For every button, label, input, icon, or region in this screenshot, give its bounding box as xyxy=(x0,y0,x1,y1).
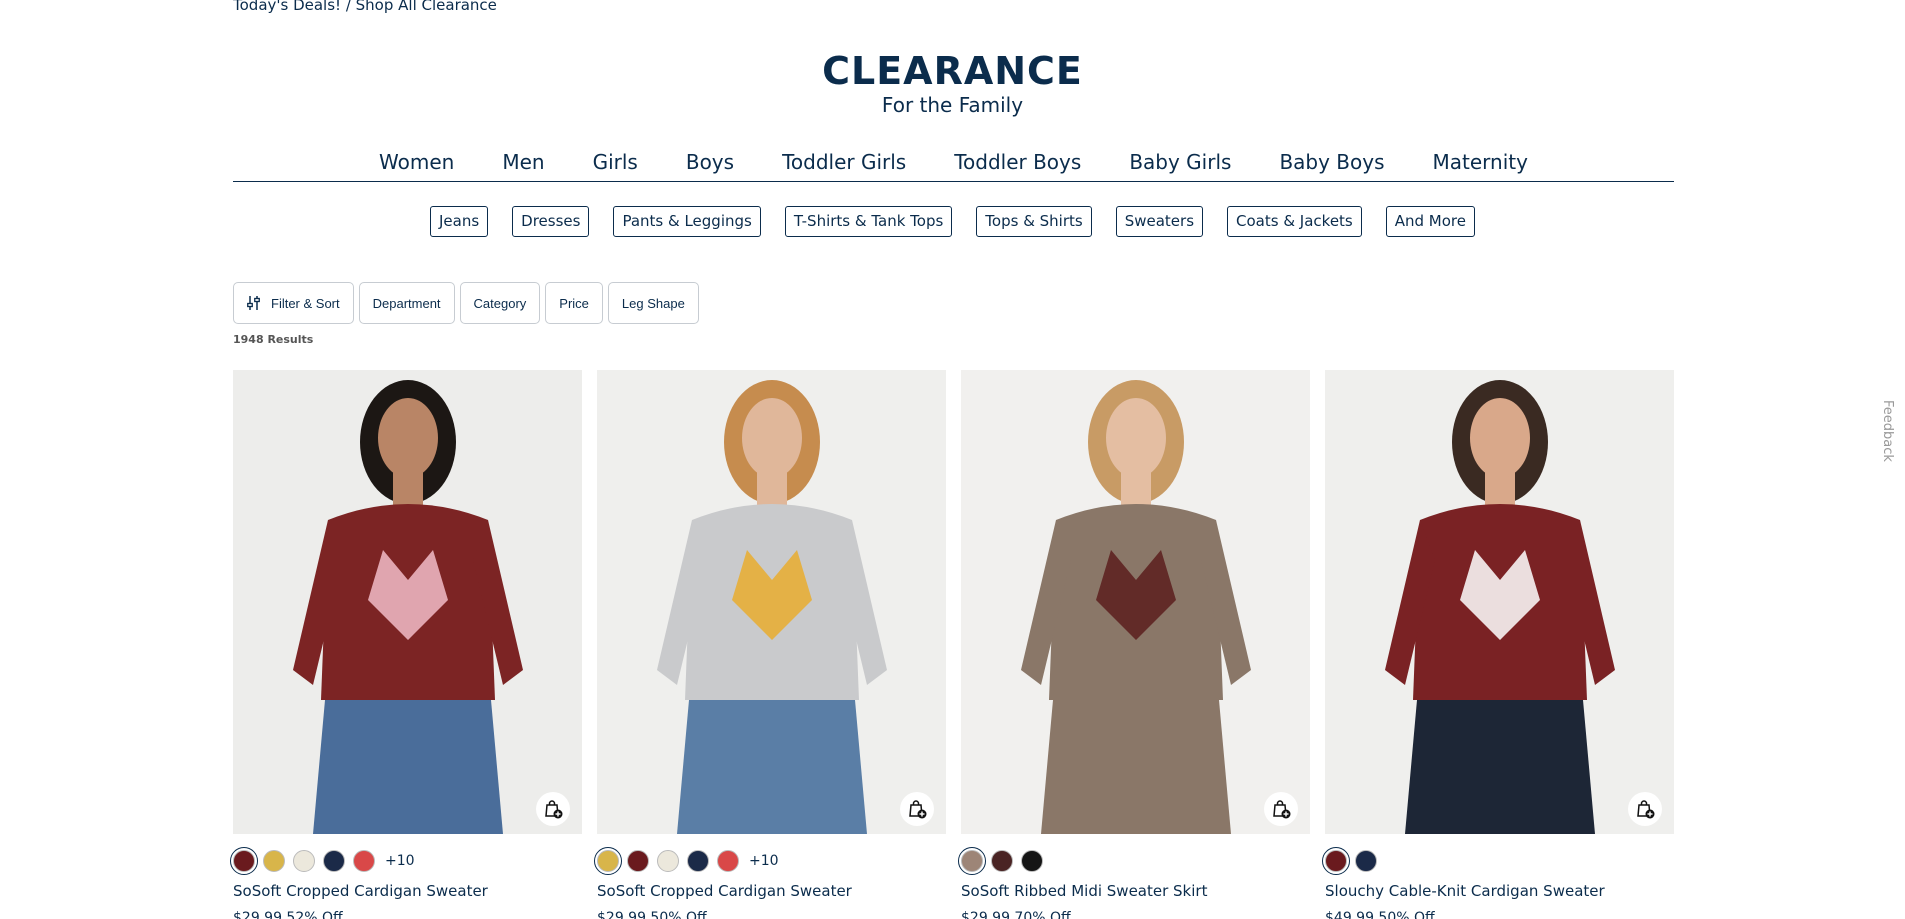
color-swatches xyxy=(1322,847,1674,875)
dept-link-baby-girls[interactable]: Baby Girls xyxy=(1129,148,1231,181)
product-price: $29.99 70% Off xyxy=(961,910,1071,919)
dept-link-girls[interactable]: Girls xyxy=(593,148,638,181)
color-swatches: +10 xyxy=(230,847,582,875)
category-chip-dresses[interactable]: Dresses xyxy=(512,206,590,237)
shopping-bag-plus-icon xyxy=(1273,800,1291,819)
filter-bar: Filter & Sort Department Category Price … xyxy=(233,282,699,324)
color-swatch[interactable] xyxy=(594,847,622,875)
color-swatch[interactable] xyxy=(263,850,285,872)
dept-link-toddler-girls[interactable]: Toddler Girls xyxy=(782,148,906,181)
category-chip-sweaters[interactable]: Sweaters xyxy=(1115,206,1204,237)
dept-link-baby-boys[interactable]: Baby Boys xyxy=(1279,148,1384,181)
category-chip-and-more[interactable]: And More xyxy=(1385,206,1475,237)
shopping-bag-plus-icon xyxy=(1637,800,1655,819)
price-filter-button[interactable]: Price xyxy=(545,282,603,324)
product-image[interactable] xyxy=(961,370,1310,834)
product-card[interactable]: +10 SoSoft Cropped Cardigan Sweater $29.99… xyxy=(594,370,946,919)
product-image[interactable] xyxy=(1325,370,1674,834)
product-price: $49.99 50% Off xyxy=(1325,910,1435,919)
color-swatch[interactable] xyxy=(230,847,258,875)
product-name[interactable]: SoSoft Cropped Cardigan Sweater xyxy=(233,882,582,900)
department-filter-button[interactable]: Department xyxy=(358,282,455,324)
color-swatch[interactable] xyxy=(717,850,739,872)
product-name[interactable]: Slouchy Cable-Knit Cardigan Sweater xyxy=(1325,882,1674,900)
category-filter-button[interactable]: Category xyxy=(459,282,541,324)
product-card[interactable]: SoSoft Ribbed Midi Sweater Skirt $29.99 7… xyxy=(958,370,1310,919)
filter-sort-label: Filter & Sort xyxy=(271,295,340,311)
color-swatch[interactable] xyxy=(323,850,345,872)
product-card[interactable]: +10 SoSoft Cropped Cardigan Sweater $29.99… xyxy=(230,370,582,919)
category-chip-coats-jackets[interactable]: Coats & Jackets xyxy=(1227,206,1362,237)
product-photo-illustration xyxy=(961,370,1310,834)
department-nav: Women Men Girls Boys Toddler Girls Toddl… xyxy=(233,148,1674,182)
color-swatches: +10 xyxy=(594,847,946,875)
more-colors-link[interactable]: +10 xyxy=(749,853,779,869)
sliders-icon xyxy=(247,296,260,310)
color-swatch[interactable] xyxy=(627,850,649,872)
color-swatch[interactable] xyxy=(1021,850,1043,872)
product-price: $29.99 52% Off xyxy=(233,910,343,919)
category-chip-pants-leggings[interactable]: Pants & Leggings xyxy=(613,206,761,237)
product-photo-illustration xyxy=(597,370,946,834)
product-photo-illustration xyxy=(1325,370,1674,834)
add-to-bag-button[interactable] xyxy=(900,792,934,826)
product-image[interactable] xyxy=(233,370,582,834)
category-chip-tops-shirts[interactable]: Tops & Shirts xyxy=(976,206,1092,237)
color-swatch[interactable] xyxy=(1322,847,1350,875)
dept-link-boys[interactable]: Boys xyxy=(686,148,734,181)
category-chips: Jeans Dresses Pants & Leggings T-Shirts … xyxy=(0,206,1905,237)
category-chip-jeans[interactable]: Jeans xyxy=(430,206,489,237)
color-swatch[interactable] xyxy=(687,850,709,872)
product-name[interactable]: SoSoft Cropped Cardigan Sweater xyxy=(597,882,946,900)
add-to-bag-button[interactable] xyxy=(1628,792,1662,826)
hero: CLEARANCE For the Family xyxy=(0,48,1905,116)
shopping-bag-plus-icon xyxy=(545,800,563,819)
color-swatch[interactable] xyxy=(1355,850,1377,872)
dept-link-toddler-boys[interactable]: Toddler Boys xyxy=(954,148,1081,181)
breadcrumb[interactable]: Today's Deals! / Shop All Clearance xyxy=(233,0,497,14)
product-price: $29.99 50% Off xyxy=(597,910,707,919)
filter-sort-button[interactable]: Filter & Sort xyxy=(233,282,354,324)
color-swatch[interactable] xyxy=(353,850,375,872)
leg-shape-filter-button[interactable]: Leg Shape xyxy=(607,282,699,324)
add-to-bag-button[interactable] xyxy=(536,792,570,826)
dept-link-men[interactable]: Men xyxy=(502,148,544,181)
color-swatches xyxy=(958,847,1310,875)
color-swatch[interactable] xyxy=(657,850,679,872)
color-swatch[interactable] xyxy=(293,850,315,872)
product-card[interactable]: Slouchy Cable-Knit Cardigan Sweater $49.9… xyxy=(1322,370,1674,919)
dept-link-maternity[interactable]: Maternity xyxy=(1433,148,1528,181)
add-to-bag-button[interactable] xyxy=(1264,792,1298,826)
category-chip-tshirts-tanks[interactable]: T-Shirts & Tank Tops xyxy=(784,206,953,237)
feedback-tab[interactable]: Feedback xyxy=(1880,400,1895,462)
color-swatch[interactable] xyxy=(958,847,986,875)
product-photo-illustration xyxy=(233,370,582,834)
page-subtitle: For the Family xyxy=(881,93,1024,117)
dept-link-women[interactable]: Women xyxy=(379,148,454,181)
results-count: 1948 Results xyxy=(233,333,314,346)
product-image[interactable] xyxy=(597,370,946,834)
color-swatch[interactable] xyxy=(991,850,1013,872)
product-name[interactable]: SoSoft Ribbed Midi Sweater Skirt xyxy=(961,882,1310,900)
more-colors-link[interactable]: +10 xyxy=(385,853,415,869)
shopping-bag-plus-icon xyxy=(909,800,927,819)
product-grid: +10 SoSoft Cropped Cardigan Sweater $29.99… xyxy=(230,370,1674,919)
page-title: CLEARANCE xyxy=(822,49,1083,93)
